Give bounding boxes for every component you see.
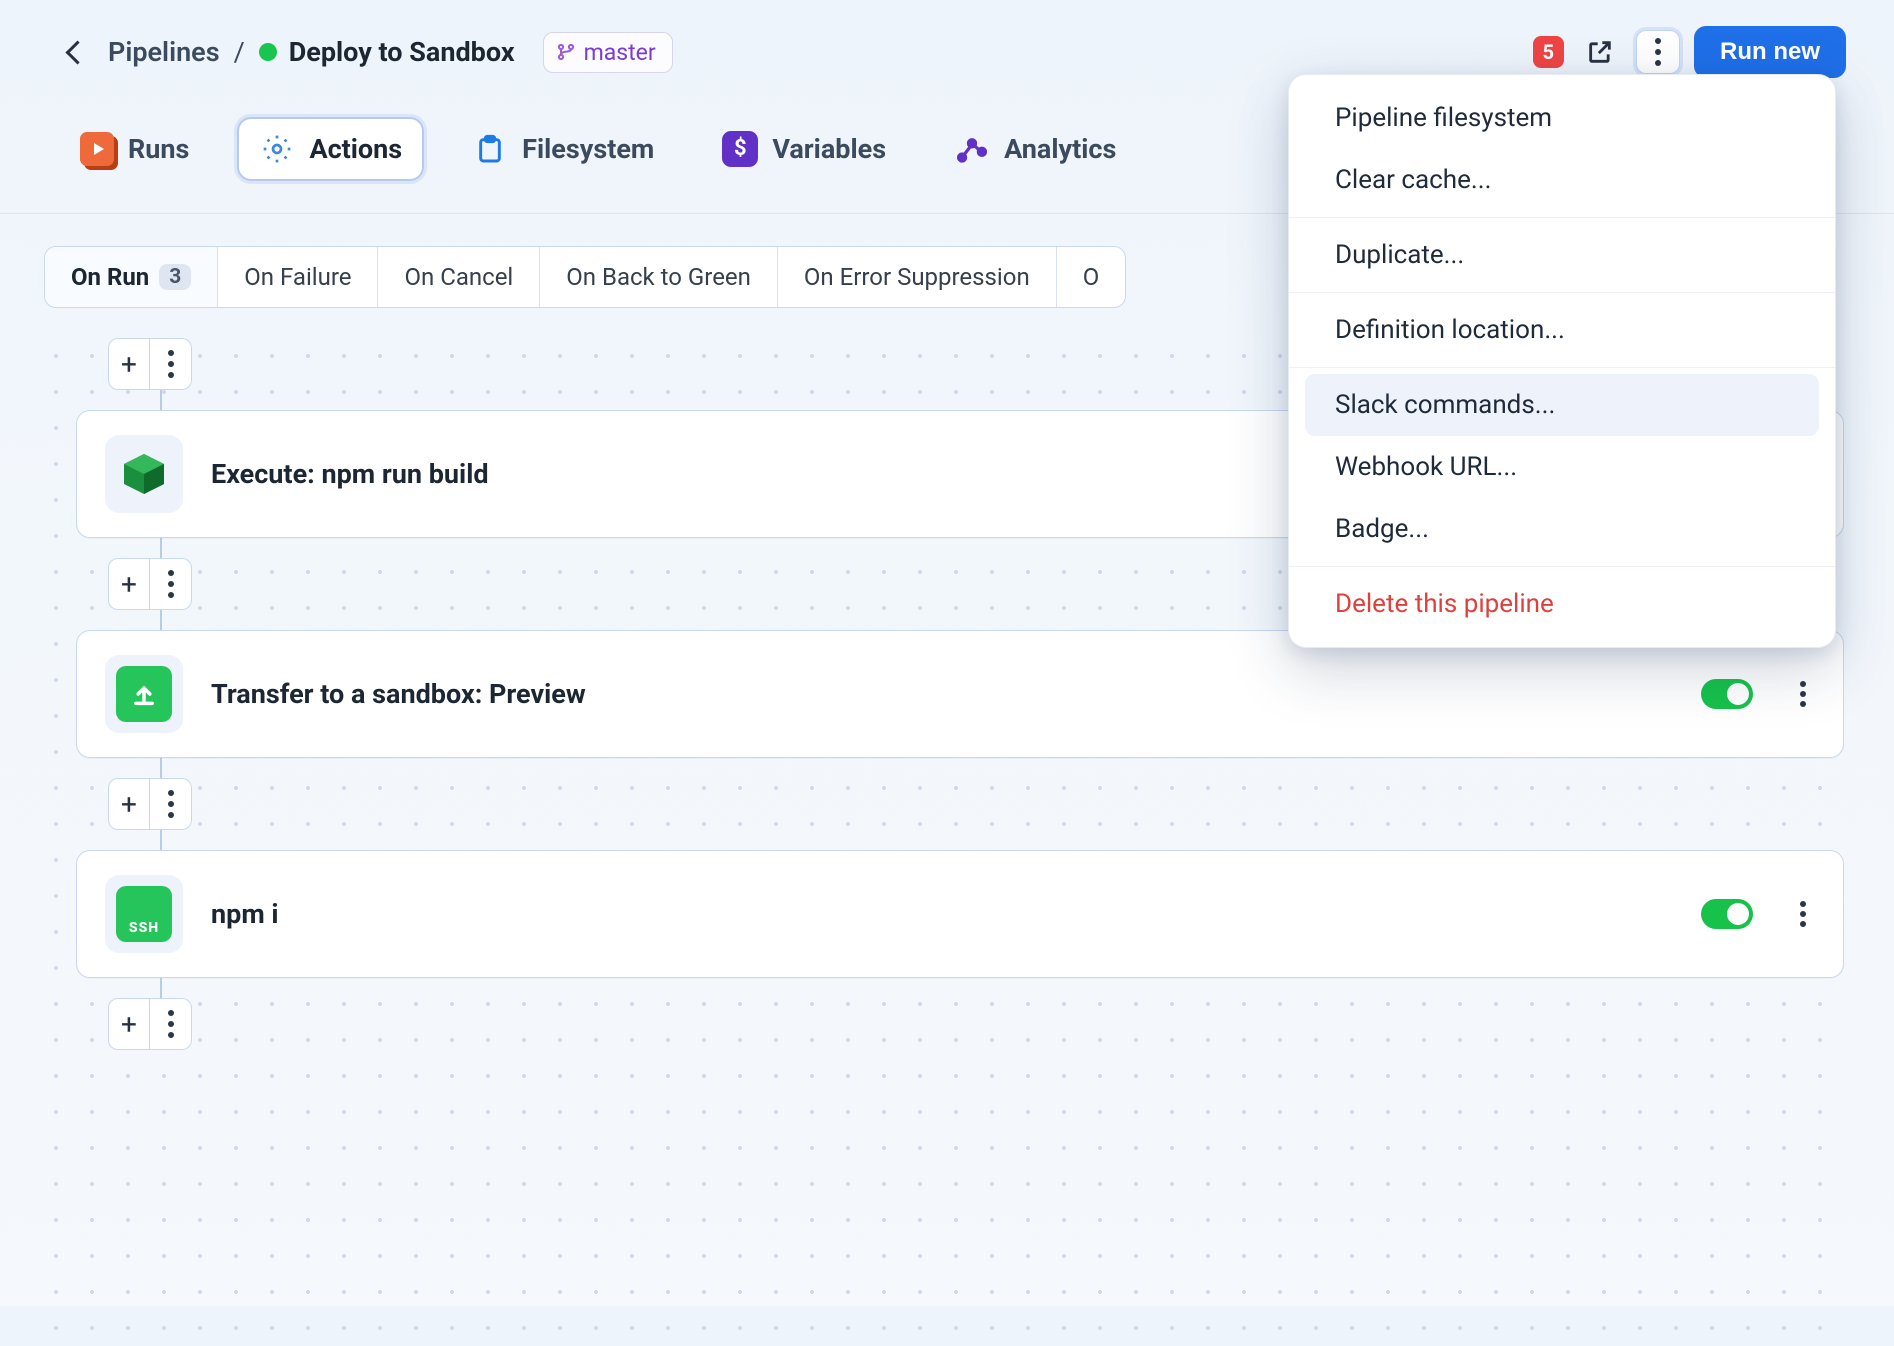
- dollar-icon: [722, 131, 758, 167]
- plus-icon: [121, 788, 137, 821]
- add-action-button[interactable]: [108, 558, 150, 610]
- subtab-count: 3: [159, 264, 191, 290]
- menu-definition-location[interactable]: Definition location...: [1289, 299, 1835, 361]
- play-icon: [80, 132, 114, 166]
- subtab-on-error-suppression[interactable]: On Error Suppression: [778, 247, 1057, 307]
- pipeline-more-menu: Pipeline filesystem Clear cache... Dupli…: [1288, 74, 1836, 648]
- branch-name: master: [584, 39, 656, 66]
- subtab-on-back-to-green[interactable]: On Back to Green: [540, 247, 778, 307]
- menu-slack-commands[interactable]: Slack commands...: [1305, 374, 1819, 436]
- run-new-button[interactable]: Run new: [1694, 26, 1846, 78]
- plus-icon: [121, 568, 137, 601]
- add-action-more-button[interactable]: [150, 338, 192, 390]
- breadcrumb-separator: /: [234, 36, 245, 68]
- pipeline-more-button[interactable]: [1636, 30, 1680, 74]
- menu-delete-pipeline[interactable]: Delete this pipeline: [1289, 573, 1835, 635]
- menu-duplicate[interactable]: Duplicate...: [1289, 224, 1835, 286]
- ssh-icon: SSH: [116, 886, 172, 942]
- breadcrumb-current: Deploy to Sandbox: [259, 36, 515, 68]
- add-action-more-button[interactable]: [150, 558, 192, 610]
- action-card[interactable]: Transfer to a sandbox: Preview: [76, 630, 1844, 758]
- action-title: npm i: [211, 898, 279, 930]
- status-dot-icon: [259, 43, 277, 61]
- subtab-on-failure[interactable]: On Failure: [218, 247, 378, 307]
- more-vertical-icon: [168, 350, 174, 378]
- git-branch-icon: [556, 42, 576, 62]
- add-action-button[interactable]: [108, 998, 150, 1050]
- action-icon-container: [105, 435, 183, 513]
- action-card[interactable]: SSH npm i: [76, 850, 1844, 978]
- menu-badge[interactable]: Badge...: [1289, 498, 1835, 560]
- back-button[interactable]: [60, 35, 94, 69]
- action-more-button[interactable]: [1797, 681, 1809, 707]
- subtab-on-cancel[interactable]: On Cancel: [378, 247, 540, 307]
- more-vertical-icon: [1655, 38, 1661, 66]
- notification-badge[interactable]: 5: [1533, 36, 1564, 68]
- menu-webhook-url[interactable]: Webhook URL...: [1289, 436, 1835, 498]
- tab-variables[interactable]: Variables: [702, 119, 906, 179]
- plus-icon: [121, 1008, 137, 1041]
- action-enabled-toggle[interactable]: [1701, 679, 1753, 709]
- action-icon-container: SSH: [105, 875, 183, 953]
- tab-label: Runs: [128, 133, 189, 165]
- add-action-button[interactable]: [108, 338, 150, 390]
- gear-icon: [259, 131, 295, 167]
- action-title: Transfer to a sandbox: Preview: [211, 678, 586, 710]
- subtab-label: On Run: [71, 263, 149, 291]
- subtab-truncated[interactable]: O: [1057, 247, 1126, 307]
- add-action-more-button[interactable]: [150, 998, 192, 1050]
- add-action-button[interactable]: [108, 778, 150, 830]
- breadcrumb-parent[interactable]: Pipelines: [108, 36, 220, 68]
- tab-analytics[interactable]: Analytics: [934, 119, 1136, 179]
- action-more-button[interactable]: [1797, 901, 1809, 927]
- subtab-on-run[interactable]: On Run 3: [45, 247, 218, 307]
- external-link-icon: [1586, 38, 1614, 66]
- plus-icon: [121, 348, 137, 381]
- more-vertical-icon: [168, 790, 174, 818]
- breadcrumb: Pipelines / Deploy to Sandbox: [108, 36, 515, 68]
- menu-pipeline-filesystem[interactable]: Pipeline filesystem: [1289, 87, 1835, 149]
- add-action-more-button[interactable]: [150, 778, 192, 830]
- tab-label: Filesystem: [522, 133, 654, 165]
- more-vertical-icon: [168, 1010, 174, 1038]
- action-title: Execute: npm run build: [211, 458, 489, 490]
- node-cube-icon: [120, 450, 168, 498]
- tab-actions[interactable]: Actions: [237, 117, 424, 181]
- open-external-button[interactable]: [1578, 30, 1622, 74]
- tab-label: Variables: [772, 133, 886, 165]
- action-icon-container: [105, 655, 183, 733]
- page-title: Deploy to Sandbox: [289, 36, 515, 68]
- more-vertical-icon: [168, 570, 174, 598]
- analytics-icon: [954, 131, 990, 167]
- tab-label: Analytics: [1004, 133, 1116, 165]
- tab-label: Actions: [309, 133, 402, 165]
- tab-runs[interactable]: Runs: [60, 120, 209, 178]
- menu-clear-cache[interactable]: Clear cache...: [1289, 149, 1835, 211]
- branch-chip[interactable]: master: [543, 32, 673, 73]
- upload-icon: [116, 666, 172, 722]
- trigger-subtabs: On Run 3 On Failure On Cancel On Back to…: [44, 246, 1126, 308]
- clipboard-icon: [472, 131, 508, 167]
- tab-filesystem[interactable]: Filesystem: [452, 119, 674, 179]
- action-enabled-toggle[interactable]: [1701, 899, 1753, 929]
